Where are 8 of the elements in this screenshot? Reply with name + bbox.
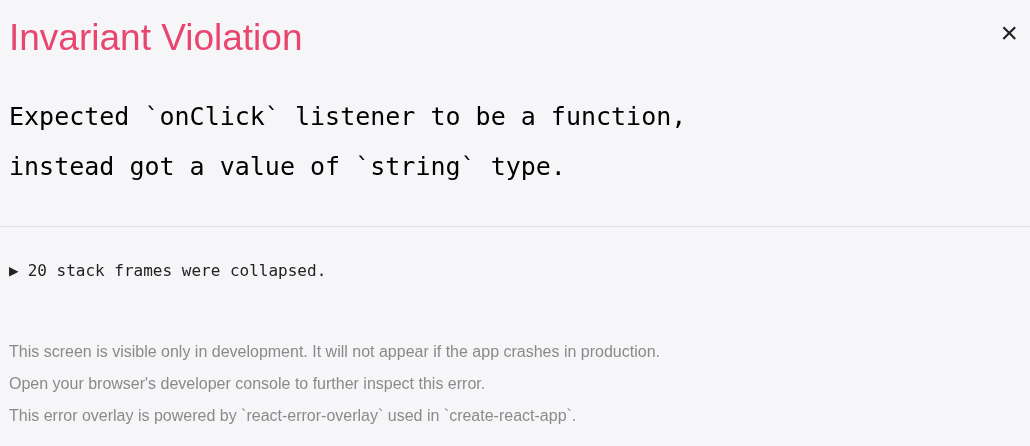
stack-frames-toggle[interactable]: ▶ 20 stack frames were collapsed. [9,259,327,283]
close-button[interactable]: × [1000,18,1018,48]
error-message: instead got a value of `string` type. [9,151,567,183]
error-title: Invariant Violation [9,16,303,60]
footer-note: Open your browser's developer console to further inspect this error. [9,374,487,394]
footer-note: This error overlay is powered by `react-error-overlay` used in `create-react-app`. [9,406,578,426]
footer-note: This screen is visible only in development. It will not appear if the app crashes in production. [9,342,661,362]
error-message: Expected `onClick` listener to be a function, [9,101,688,133]
